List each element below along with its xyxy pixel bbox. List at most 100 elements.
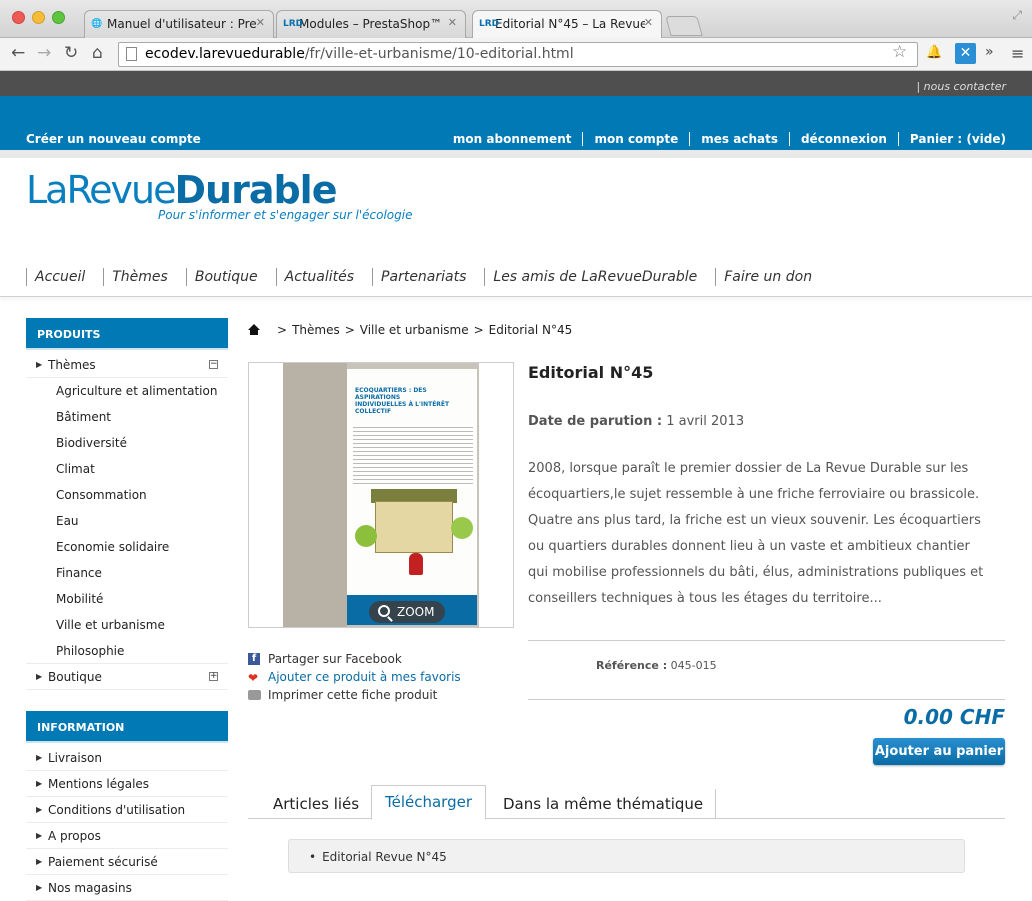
- sidebar-item-label: Mentions légales: [48, 777, 150, 791]
- home-icon[interactable]: [248, 324, 260, 336]
- information-heading: INFORMATION: [26, 711, 228, 743]
- minimize-window-button[interactable]: [32, 11, 45, 24]
- products-list: ▶ Thèmes − Agriculture et alimentation B…: [26, 352, 228, 690]
- breadcrumb-ville[interactable]: Ville et urbanisme: [360, 323, 469, 337]
- close-window-button[interactable]: [12, 11, 25, 24]
- sidebar-item-mobilite[interactable]: Mobilité: [26, 586, 228, 612]
- caret-right-icon: ▶: [36, 857, 43, 866]
- breadcrumb-themes[interactable]: Thèmes: [292, 323, 340, 337]
- reference-label: Référence :: [596, 659, 668, 672]
- sidebar-item-philosophie[interactable]: Philosophie: [26, 638, 228, 664]
- caret-right-icon: ▶: [36, 805, 43, 814]
- back-arrow-icon[interactable]: ←: [11, 43, 25, 63]
- browser-tab-1[interactable]: 🌐 Manuel d'utilisateur : Prest ✕: [84, 10, 274, 38]
- browser-tab-2[interactable]: LRD Modules – PrestaShop™ ✕: [276, 10, 466, 38]
- contact-label: nous contacter: [923, 80, 1006, 93]
- sidebar-item-magasins[interactable]: ▶ Nos magasins: [26, 875, 228, 901]
- nav-partenariats[interactable]: Partenariats: [372, 268, 484, 286]
- print-link[interactable]: Imprimer cette fiche produit: [248, 686, 461, 704]
- sidebar-item-label: Conditions d'utilisation: [48, 803, 186, 817]
- account-link[interactable]: mon compte: [582, 132, 689, 146]
- print-label: Imprimer cette fiche produit: [268, 688, 438, 702]
- sidebar-item-apropos[interactable]: ▶ A propos: [26, 823, 228, 849]
- sidebar-item-ville[interactable]: Ville et urbanisme: [26, 612, 228, 638]
- site-logo[interactable]: LaRevueDurable: [26, 168, 337, 212]
- user-nav: mon abonnement mon compte mes achats déc…: [442, 132, 1006, 146]
- sidebar-item-label: Nos magasins: [48, 881, 132, 895]
- breadcrumb: > Thèmes > Ville et urbanisme > Editoria…: [248, 323, 572, 337]
- caret-right-icon: ▶: [36, 831, 43, 840]
- product-title: Editorial N°45: [528, 363, 654, 382]
- sidebar-item-climat[interactable]: Climat: [26, 456, 228, 482]
- lrd-favicon-icon: LRD: [283, 19, 304, 29]
- sidebar-item-finance[interactable]: Finance: [26, 560, 228, 586]
- tab-telecharger[interactable]: Télécharger: [371, 785, 487, 820]
- bookmark-star-icon[interactable]: ☆: [892, 42, 907, 62]
- nav-boutique[interactable]: Boutique: [185, 268, 276, 286]
- home-icon[interactable]: ⌂: [92, 43, 103, 63]
- reload-icon[interactable]: ↻: [64, 43, 78, 63]
- new-tab-button[interactable]: [665, 16, 703, 36]
- product-image[interactable]: ECOQUARTIERS : DES ASPIRATIONS INDIVIDUE…: [248, 362, 514, 628]
- subscription-link[interactable]: mon abonnement: [442, 132, 583, 146]
- create-account-link[interactable]: Créer un nouveau compte: [26, 132, 201, 146]
- sidebar-item-mentions[interactable]: ▶ Mentions légales: [26, 771, 228, 797]
- nav-amis[interactable]: Les amis de LaRevueDurable: [484, 268, 715, 286]
- close-tab-icon[interactable]: ✕: [644, 16, 653, 29]
- download-link[interactable]: Editorial Revue N°45: [322, 850, 447, 864]
- extension-icon[interactable]: ✕: [955, 43, 976, 64]
- sidebar-item-batiment[interactable]: Bâtiment: [26, 404, 228, 430]
- sidebar-item-paiement[interactable]: ▶ Paiement sécurisé: [26, 849, 228, 875]
- content-tabs: Articles liés Télécharger Dans la même t…: [248, 785, 1005, 820]
- nav-accueil[interactable]: Accueil: [26, 268, 103, 286]
- caret-right-icon: ▶: [36, 883, 43, 892]
- caret-right-icon: ▶: [36, 779, 43, 788]
- close-tab-icon[interactable]: ✕: [256, 16, 265, 29]
- breadcrumb-separator: >: [473, 323, 484, 337]
- printer-icon: [248, 690, 261, 700]
- close-tab-icon[interactable]: ✕: [448, 16, 457, 29]
- browser-tab-3[interactable]: LRD Editorial N°45 – La Revue D ✕: [472, 10, 662, 39]
- collapse-icon[interactable]: −: [209, 360, 218, 369]
- share-facebook-link[interactable]: f Partager sur Facebook: [248, 650, 461, 668]
- cart-link[interactable]: Panier : (vide): [897, 132, 1006, 146]
- sidebar-item-label: Thèmes: [48, 358, 96, 372]
- add-favorite-link[interactable]: ❤ Ajouter ce produit à mes favoris: [248, 668, 461, 686]
- more-extensions-icon[interactable]: »: [985, 44, 994, 60]
- sidebar-item-consommation[interactable]: Consommation: [26, 482, 228, 508]
- bell-icon[interactable]: 🔔: [926, 45, 942, 60]
- expand-icon[interactable]: +: [209, 672, 218, 681]
- add-to-cart-button[interactable]: Ajouter au panier: [873, 738, 1005, 765]
- globe-icon: 🌐: [91, 19, 103, 29]
- address-bar[interactable]: ecodev.larevuedurable/fr/ville-et-urbani…: [118, 42, 918, 67]
- nav-don[interactable]: Faire un don: [715, 268, 830, 286]
- contact-link[interactable]: | nous contacter: [916, 80, 1006, 93]
- nav-actualites[interactable]: Actualités: [275, 268, 372, 286]
- tab-meme-thematique[interactable]: Dans la même thématique: [491, 789, 717, 819]
- information-list: ▶ Livraison ▶ Mentions légales ▶ Conditions…: [26, 745, 228, 901]
- fullscreen-icon[interactable]: ⤢: [1012, 8, 1022, 23]
- sidebar-item-themes[interactable]: ▶ Thèmes −: [26, 352, 228, 378]
- sidebar-item-conditions[interactable]: ▶ Conditions d'utilisation: [26, 797, 228, 823]
- product-price: 0.00 CHF: [903, 705, 1005, 729]
- purchases-link[interactable]: mes achats: [689, 132, 789, 146]
- tab-articles-lies[interactable]: Articles liés: [261, 789, 373, 819]
- sidebar-item-agriculture[interactable]: Agriculture et alimentation: [26, 378, 228, 404]
- sidebar-item-label: Paiement sécurisé: [48, 855, 158, 869]
- product-description: 2008, lorsque paraît le premier dossier …: [528, 461, 984, 606]
- sidebar-item-livraison[interactable]: ▶ Livraison: [26, 745, 228, 771]
- logo-bold-text: Durable: [174, 168, 337, 212]
- sidebar-item-economie[interactable]: Economie solidaire: [26, 534, 228, 560]
- sidebar-item-eau[interactable]: Eau: [26, 508, 228, 534]
- forward-arrow-icon[interactable]: →: [37, 43, 51, 63]
- zoom-window-button[interactable]: [52, 11, 65, 24]
- cover-illustration-tree: [355, 525, 377, 547]
- caret-right-icon: ▶: [36, 753, 43, 762]
- zoom-button[interactable]: ZOOM: [369, 601, 445, 623]
- heart-icon: ❤: [248, 671, 259, 685]
- logout-link[interactable]: déconnexion: [788, 132, 898, 146]
- menu-icon[interactable]: ≡: [1011, 44, 1024, 63]
- nav-themes[interactable]: Thèmes: [103, 268, 186, 286]
- sidebar-item-biodiversite[interactable]: Biodiversité: [26, 430, 228, 456]
- sidebar-item-boutique[interactable]: ▶ Boutique +: [26, 664, 228, 690]
